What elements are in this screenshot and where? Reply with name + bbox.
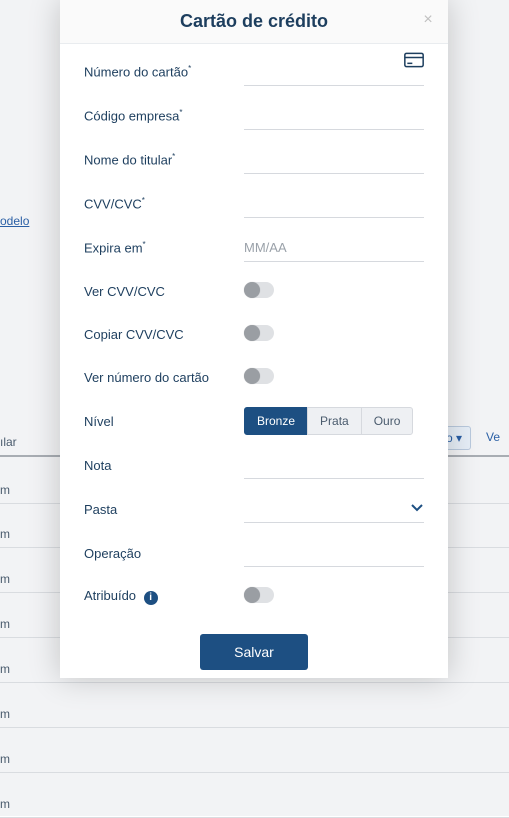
folder-select[interactable] [244,495,424,523]
expires-label: Expira em* [84,240,244,255]
save-button[interactable]: Salvar [200,634,308,670]
card-number-row: Número do cartão* [84,44,424,88]
show-cvv-toggle[interactable] [244,282,274,298]
company-code-input[interactable] [244,102,424,130]
company-code-row: Código empresa* [84,88,424,132]
level-bronze[interactable]: Bronze [244,407,308,435]
show-number-toggle[interactable] [244,368,274,384]
modal-footer: Salvar [84,612,424,670]
close-icon[interactable]: × [418,10,438,30]
note-label: Nota [84,458,244,473]
cardholder-label: Nome do titular* [84,152,244,167]
operation-label: Operação [84,546,244,561]
folder-label: Pasta [84,502,244,517]
level-segmented: Bronze Prata Ouro [244,407,424,435]
chevron-down-icon [410,501,424,516]
level-row: Nível Bronze Prata Ouro [84,393,424,437]
show-cvv-row: Ver CVV/CVC [84,264,424,307]
modal-header: Cartão de crédito × [60,0,448,44]
show-number-row: Ver número do cartão [84,350,424,393]
copy-cvv-row: Copiar CVV/CVC [84,307,424,350]
level-label: Nível [84,414,244,429]
cardholder-input[interactable] [244,146,424,174]
level-prata[interactable]: Prata [307,407,362,435]
card-number-input[interactable] [244,58,424,86]
cvv-row: CVV/CVC* [84,176,424,220]
expires-row: Expira em* [84,220,424,264]
cvv-label: CVV/CVC* [84,196,244,211]
note-row: Nota [84,437,424,481]
card-number-label: Número do cartão* [84,64,244,79]
assigned-label: Atribuído i [84,588,244,605]
copy-cvv-label: Copiar CVV/CVC [84,327,244,342]
cardholder-row: Nome do titular* [84,132,424,176]
show-cvv-label: Ver CVV/CVC [84,284,244,299]
operation-input[interactable] [244,539,424,567]
folder-row: Pasta [84,481,424,525]
copy-cvv-toggle[interactable] [244,325,274,341]
level-ouro[interactable]: Ouro [361,407,414,435]
modal-title: Cartão de crédito [180,11,328,32]
note-input[interactable] [244,451,424,479]
operation-row: Operação [84,525,424,569]
info-icon[interactable]: i [144,591,158,605]
credit-card-modal: Cartão de crédito × Número do cartão* Có… [60,0,448,678]
expires-input[interactable] [244,234,424,262]
modal-body: Número do cartão* Código empresa* Nome d… [60,44,448,678]
assigned-row: Atribuído i [84,569,424,612]
show-number-label: Ver número do cartão [84,370,244,385]
company-code-label: Código empresa* [84,108,244,123]
cvv-input[interactable] [244,190,424,218]
assigned-toggle[interactable] [244,587,274,603]
credit-card-icon [404,52,424,71]
modal-overlay: Cartão de crédito × Número do cartão* Có… [0,0,509,816]
